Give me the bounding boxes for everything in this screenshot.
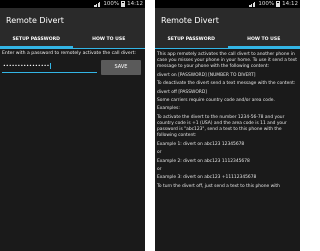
help-paragraph: This app remotely activates the call div… [157, 52, 297, 70]
clock: 14:12 [127, 1, 143, 7]
help-paragraph: Example 1: divert on abc123 12345678 [157, 141, 245, 147]
help-paragraph: To deactivate the divert send a text mes… [157, 81, 296, 87]
status-bar: 100% 14:12 [0, 0, 145, 8]
tab-bar: SETUP PASSWORD HOW TO USE [0, 34, 145, 48]
app-title: Remote Divert [155, 8, 300, 34]
save-button[interactable]: SAVE [101, 60, 141, 75]
clock: 14:12 [282, 1, 298, 7]
password-value: •••••••••••••••• [3, 64, 50, 69]
how-to-use-panel[interactable]: This app remotely activates the call div… [155, 49, 300, 190]
help-paragraph: Example 3: divert on abc123 +11112345678 [157, 175, 257, 181]
battery-icon [121, 1, 126, 7]
signal-icon [249, 1, 256, 7]
help-paragraph: To turn the divert off, just send a text… [157, 183, 280, 189]
phone-screen-setup: 100% 14:12 Remote Divert SETUP PASSWORD … [0, 0, 145, 251]
tab-how-to-use[interactable]: HOW TO USE [227, 34, 301, 48]
text-cursor [49, 62, 51, 69]
phone-screen-how-to-use: 100% 14:12 Remote Divert SETUP PASSWORD … [155, 0, 300, 251]
help-paragraph: or [157, 150, 162, 156]
tab-bar: SETUP PASSWORD HOW TO USE [155, 34, 300, 48]
help-paragraph: or [157, 166, 162, 172]
help-paragraph: Examples: [157, 106, 180, 112]
setup-panel: Enter with a password to remotely activa… [0, 49, 145, 78]
battery-percent: 100% [258, 1, 275, 7]
status-bar: 100% 14:12 [155, 0, 300, 8]
setup-instruction: Enter with a password to remotely activa… [2, 51, 136, 56]
password-input[interactable]: •••••••••••••••• [2, 62, 97, 73]
battery-percent: 100% [103, 1, 120, 7]
battery-icon [276, 1, 281, 7]
password-row: •••••••••••••••• SAVE [2, 60, 143, 76]
signal-icon [94, 1, 101, 7]
help-paragraph: To activate the divert to the number 123… [157, 114, 287, 139]
tab-setup-password[interactable]: SETUP PASSWORD [155, 34, 228, 48]
help-paragraph: divert off [PASSWORD] [157, 89, 207, 95]
help-paragraph: Example 2: divert on abc123 1112345678 [157, 158, 250, 164]
help-paragraph: Some carriers require country code and/o… [157, 97, 275, 103]
tab-how-to-use[interactable]: HOW TO USE [73, 34, 146, 48]
help-paragraph: divert on [PASSWORD] [NUMBER TO DIVERT] [157, 72, 256, 78]
app-title: Remote Divert [0, 8, 145, 34]
tab-setup-password[interactable]: SETUP PASSWORD [0, 34, 73, 48]
